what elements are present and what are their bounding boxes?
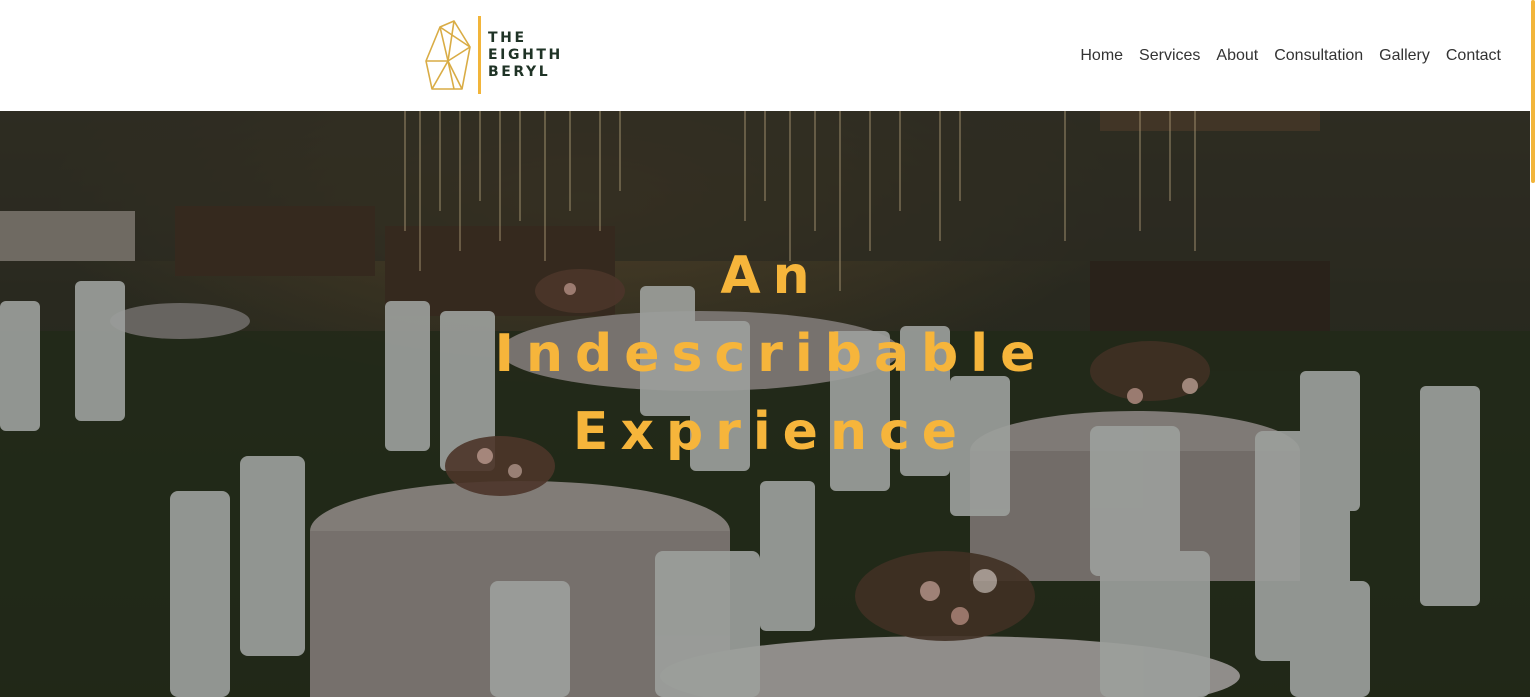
hero-title: An Indescribable Exprience [12, 237, 1530, 471]
brand-logo[interactable]: THE EIGHTH BERYL [424, 16, 563, 94]
gem-outline-icon [425, 20, 471, 90]
brand-name-line: THE [488, 29, 527, 46]
main-nav: Home Services About Consultation Gallery… [1080, 44, 1501, 68]
hero-title-line: Exprience [572, 402, 970, 462]
nav-contact[interactable]: Contact [1446, 44, 1501, 68]
nav-home[interactable]: Home [1080, 44, 1123, 68]
hero-title-line: Indescribable [494, 324, 1048, 384]
nav-consultation[interactable]: Consultation [1274, 44, 1363, 68]
scrollbar-thumb[interactable] [1531, 0, 1535, 183]
hero-title-line: An [720, 246, 822, 306]
nav-services[interactable]: Services [1139, 44, 1200, 68]
hero-section: An Indescribable Exprience [0, 111, 1530, 697]
brand-name: THE EIGHTH BERYL [488, 16, 563, 94]
nav-about[interactable]: About [1216, 44, 1258, 68]
page-scrollbar[interactable] [1530, 0, 1536, 697]
site-header: THE EIGHTH BERYL Home Services About Con… [0, 0, 1530, 111]
brand-name-line: BERYL [488, 63, 551, 80]
brand-name-line: EIGHTH [488, 46, 563, 63]
logo-divider [478, 16, 481, 94]
nav-gallery[interactable]: Gallery [1379, 44, 1430, 68]
